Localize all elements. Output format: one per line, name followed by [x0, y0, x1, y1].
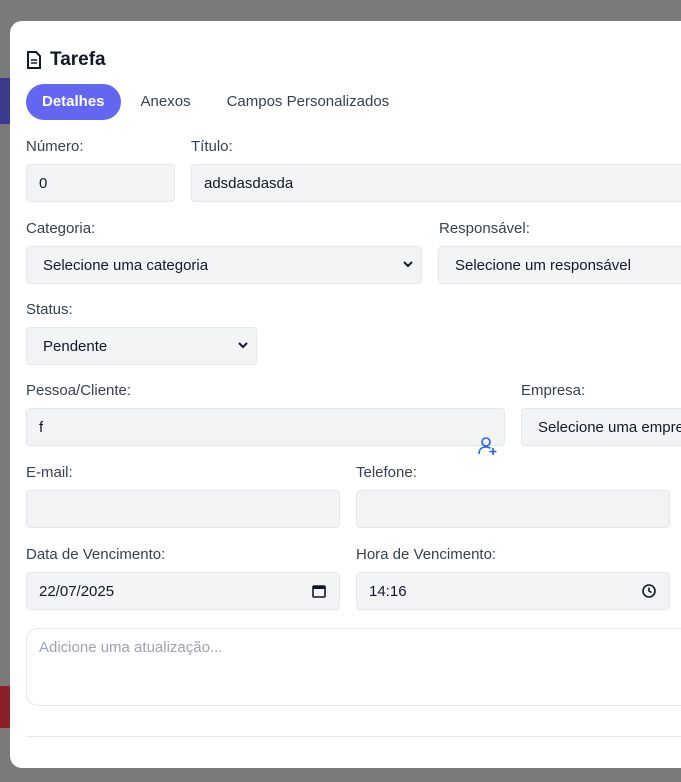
tab-detalhes[interactable]: Detalhes [26, 84, 121, 120]
telefone-field[interactable] [356, 490, 670, 528]
modal-header: Tarefa [26, 48, 106, 72]
responsavel-label: Responsável: [439, 220, 530, 237]
pessoa-label: Pessoa/Cliente: [26, 382, 132, 399]
data-vencimento-label: Data de Vencimento: [26, 546, 166, 563]
numero-value: 0 [39, 174, 48, 192]
chevron-down-icon [238, 342, 248, 349]
empresa-value: Selecione uma empre [538, 418, 681, 436]
status-select[interactable]: Pendente [26, 327, 257, 365]
document-icon [27, 51, 41, 69]
responsavel-value: Selecione um responsável [455, 256, 631, 274]
task-modal: Tarefa Detalhes Anexos Campos Personaliz… [10, 21, 681, 768]
hora-vencimento-value: 14:16 [369, 582, 407, 600]
email-label: E-mail: [26, 464, 73, 481]
tab-anexos[interactable]: Anexos [125, 84, 207, 120]
titulo-value: adsdasdasda [204, 174, 294, 192]
pessoa-input[interactable]: f [26, 408, 505, 446]
empresa-select[interactable]: Selecione uma empre [521, 408, 681, 446]
empresa-label: Empresa: [521, 382, 586, 399]
data-vencimento-input[interactable]: 22/07/2025 [26, 572, 340, 610]
hora-vencimento-label: Hora de Vencimento: [356, 546, 497, 563]
divider [26, 736, 681, 737]
categoria-select[interactable]: Selecione uma categoria [26, 246, 422, 284]
atualizacao-placeholder: Adicione uma atualização... [39, 639, 223, 656]
data-vencimento-value: 22/07/2025 [39, 582, 115, 600]
titulo-input[interactable]: adsdasdasda [191, 164, 681, 202]
hora-vencimento-input[interactable]: 14:16 [356, 572, 670, 610]
chevron-down-icon [403, 261, 413, 268]
modal-title: Tarefa [50, 49, 106, 70]
categoria-label: Categoria: [26, 220, 96, 237]
telefone-label: Telefone: [356, 464, 417, 481]
categoria-value: Selecione uma categoria [43, 256, 209, 274]
status-label: Status: [26, 301, 73, 318]
numero-input[interactable]: 0 [26, 164, 175, 202]
status-value: Pendente [43, 337, 108, 355]
clock-icon[interactable] [641, 583, 657, 599]
tab-campos-personalizados[interactable]: Campos Personalizados [211, 84, 406, 120]
pessoa-value: f [39, 418, 44, 436]
numero-label: Número: [26, 138, 84, 155]
add-person-icon[interactable] [478, 436, 498, 456]
atualizacao-textarea[interactable]: Adicione uma atualização... [26, 628, 681, 706]
tab-bar: Detalhes Anexos Campos Personalizados [26, 84, 405, 120]
email-field[interactable] [26, 490, 340, 528]
calendar-icon[interactable] [311, 583, 327, 599]
responsavel-select[interactable]: Selecione um responsável [438, 246, 681, 284]
titulo-label: Título: [191, 138, 233, 155]
